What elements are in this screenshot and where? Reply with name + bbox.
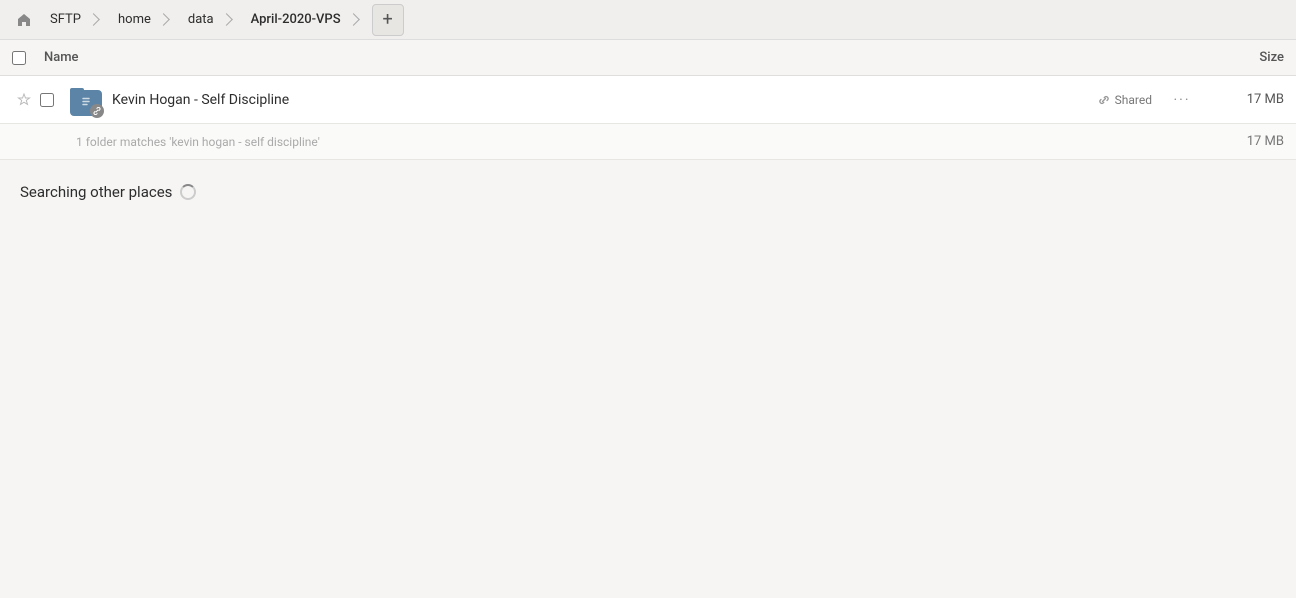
search-result-size: 17 MB	[1247, 134, 1284, 149]
search-result-text: 1 folder matches 'kevin hogan - self dis…	[76, 135, 320, 149]
breadcrumb-home[interactable]: home	[108, 4, 178, 36]
breadcrumb-current[interactable]: April-2020-VPS	[241, 4, 368, 36]
name-column-header: Name	[44, 50, 1204, 65]
breadcrumb-data[interactable]: data	[178, 4, 241, 36]
row-checkbox[interactable]	[40, 93, 68, 107]
link-badge-icon	[90, 104, 104, 118]
add-tab-button[interactable]: +	[372, 4, 404, 36]
searching-label: Searching other places	[20, 183, 172, 201]
file-row-kevin-hogan[interactable]: Kevin Hogan - Self Discipline Shared ···…	[0, 76, 1296, 124]
search-result-info: 1 folder matches 'kevin hogan - self dis…	[0, 124, 1296, 160]
searching-other-places-section: Searching other places	[0, 168, 1296, 216]
column-headers: Name Size	[0, 40, 1296, 76]
select-all-input[interactable]	[12, 51, 26, 65]
select-all-checkbox[interactable]	[12, 51, 44, 65]
loading-spinner	[180, 184, 196, 200]
file-size: 17 MB	[1204, 92, 1284, 107]
breadcrumb-bar: SFTP home data April-2020-VPS +	[0, 0, 1296, 40]
row-select-input[interactable]	[40, 93, 54, 107]
star-icon[interactable]	[12, 93, 36, 107]
folder-icon	[68, 82, 104, 118]
shared-badge: Shared	[1097, 93, 1152, 107]
more-options-button[interactable]: ···	[1168, 86, 1196, 114]
breadcrumb-sftp[interactable]: SFTP	[40, 4, 108, 36]
link-icon	[1097, 93, 1111, 107]
home-breadcrumb[interactable]	[8, 4, 40, 36]
file-name: Kevin Hogan - Self Discipline	[112, 92, 1097, 108]
size-column-header: Size	[1204, 50, 1284, 65]
